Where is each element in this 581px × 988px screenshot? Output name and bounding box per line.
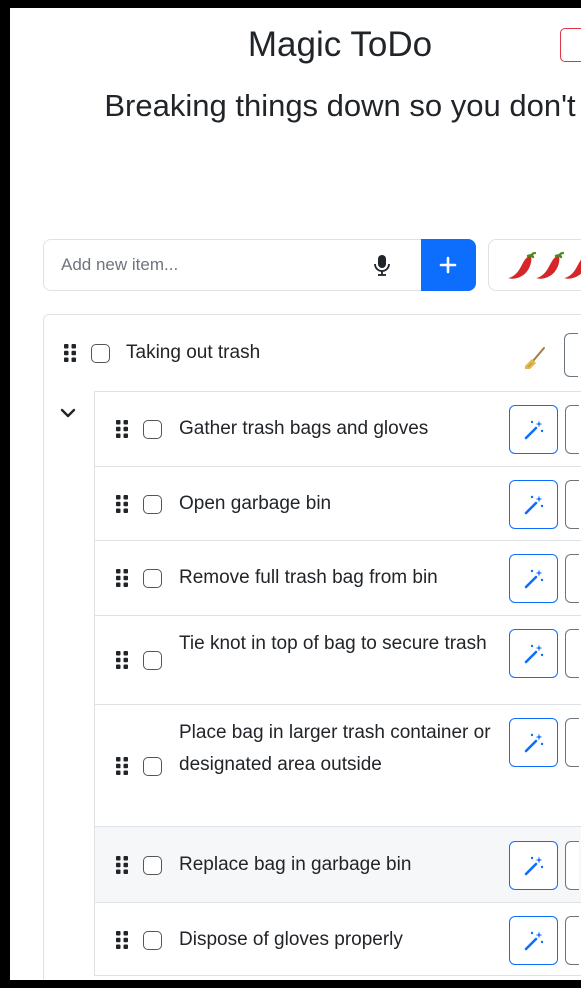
magic-breakdown-button[interactable] bbox=[509, 405, 558, 454]
app-window: Magic ToDo Breaking things down so you d… bbox=[10, 8, 581, 980]
magic-wand-icon bbox=[524, 931, 544, 951]
page-subtitle: Breaking things down so you don't bbox=[104, 88, 576, 123]
microphone-icon[interactable] bbox=[370, 253, 394, 277]
drag-handle-icon[interactable] bbox=[116, 856, 128, 874]
drag-handle-icon[interactable] bbox=[64, 344, 76, 362]
plus-icon bbox=[439, 256, 457, 274]
new-item-input[interactable] bbox=[43, 239, 423, 291]
chevron-down-icon[interactable] bbox=[60, 407, 76, 419]
magic-breakdown-button[interactable] bbox=[509, 480, 558, 529]
magic-wand-icon bbox=[524, 420, 544, 440]
subtask-action-button[interactable] bbox=[565, 480, 579, 529]
subtask-checkbox[interactable] bbox=[143, 495, 162, 514]
broom-icon[interactable] bbox=[522, 345, 548, 371]
drag-handle-icon[interactable] bbox=[116, 495, 128, 513]
drag-handle-icon[interactable] bbox=[116, 757, 128, 775]
subtask-checkbox[interactable] bbox=[143, 856, 162, 875]
subtask-label: Place bag in larger trash container or d… bbox=[179, 722, 491, 775]
subtask-row: Place bag in larger trash container or d… bbox=[94, 704, 581, 826]
subtask-label: Replace bag in garbage bin bbox=[179, 854, 412, 875]
subtask-checkbox[interactable] bbox=[143, 420, 162, 439]
drag-handle-icon[interactable] bbox=[116, 420, 128, 438]
subtask-checkbox[interactable] bbox=[143, 757, 162, 776]
magic-wand-icon bbox=[524, 495, 544, 515]
task-card: Taking out trash Gather trash bags and g… bbox=[43, 314, 581, 980]
subtask-action-button[interactable] bbox=[565, 629, 579, 678]
subtask-action-button[interactable] bbox=[565, 841, 579, 890]
subtask-action-button[interactable] bbox=[565, 916, 579, 965]
add-item-button[interactable] bbox=[421, 239, 476, 291]
chili-pepper-icon bbox=[564, 259, 581, 279]
task-action-button[interactable] bbox=[564, 333, 578, 377]
magic-wand-icon bbox=[524, 856, 544, 876]
drag-handle-icon[interactable] bbox=[116, 569, 128, 587]
subtask-action-button[interactable] bbox=[565, 405, 579, 454]
subtask-row: Remove full trash bag from bin bbox=[94, 540, 581, 615]
subtask-row: Dispose of gloves properly bbox=[94, 902, 581, 976]
task-row: Taking out trash bbox=[44, 315, 581, 387]
magic-breakdown-button[interactable] bbox=[509, 554, 558, 603]
task-checkbox[interactable] bbox=[91, 344, 110, 363]
subtask-label: Gather trash bags and gloves bbox=[179, 418, 429, 439]
subtask-checkbox[interactable] bbox=[143, 569, 162, 588]
subtask-row: Tie knot in top of bag to secure trash bbox=[94, 615, 581, 704]
magic-breakdown-button[interactable] bbox=[509, 916, 558, 965]
subtask-row: Replace bag in garbage bin bbox=[94, 826, 581, 902]
magic-wand-icon bbox=[524, 569, 544, 589]
subtask-row: Gather trash bags and gloves bbox=[94, 391, 581, 466]
subtask-list: Gather trash bags and gloves Open garbag… bbox=[94, 391, 581, 976]
task-label: Taking out trash bbox=[126, 342, 261, 363]
drag-handle-icon[interactable] bbox=[116, 651, 128, 669]
subtask-checkbox[interactable] bbox=[143, 651, 162, 670]
page-title: Magic ToDo bbox=[247, 25, 433, 64]
subtask-checkbox[interactable] bbox=[143, 931, 162, 950]
subtask-row: Open garbage bin bbox=[94, 466, 581, 540]
magic-breakdown-button[interactable] bbox=[509, 841, 558, 890]
subtask-label: Dispose of gloves properly bbox=[179, 929, 403, 950]
magic-wand-icon bbox=[524, 733, 544, 753]
subtask-action-button[interactable] bbox=[565, 718, 579, 767]
subtask-label: Open garbage bin bbox=[179, 493, 332, 514]
spiciness-selector[interactable] bbox=[488, 239, 581, 291]
magic-breakdown-button[interactable] bbox=[509, 718, 558, 767]
magic-wand-icon bbox=[524, 644, 544, 664]
magic-breakdown-button[interactable] bbox=[509, 629, 558, 678]
drag-handle-icon[interactable] bbox=[116, 931, 128, 949]
subtask-label: Tie knot in top of bag to secure trash bbox=[179, 633, 487, 654]
subtask-label: Remove full trash bag from bin bbox=[179, 567, 438, 588]
subtask-action-button[interactable] bbox=[565, 554, 579, 603]
